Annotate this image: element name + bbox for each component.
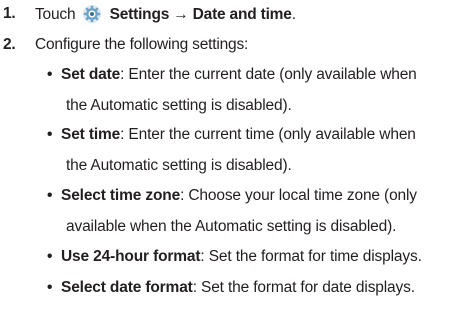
bullet-desc-line2: the Automatic setting is disabled). — [66, 97, 292, 114]
bullet-term: Set date — [61, 66, 121, 83]
bullet-term: Select time zone — [61, 187, 181, 204]
bullet-term: Select date format — [61, 279, 193, 296]
instruction-document: 1. Touch Settings → Date and time. 2. Co… — [0, 0, 471, 304]
bullet-desc-line1: : Set the format for time displays. — [200, 248, 422, 265]
bullet-select-time-zone: • Select time zone: Choose your local tim… — [47, 186, 467, 248]
bullet-desc-line2: available when the Automatic setting is … — [66, 218, 397, 235]
bullet-dot: • — [47, 66, 53, 83]
step-suffix: . — [291, 6, 296, 23]
bullet-set-date: • Set date: Enter the current date (only … — [47, 65, 467, 127]
step-number: 1. — [3, 5, 16, 22]
step-number: 2. — [3, 36, 16, 53]
bullet-use-24-hour-format: • Use 24-hour format: Set the format for … — [47, 247, 467, 278]
bullet-dot: • — [47, 187, 53, 204]
bullet-desc-line1: : Set the format for date displays. — [192, 279, 415, 296]
bullet-desc-line2: the Automatic setting is disabled). — [66, 157, 292, 174]
bullet-set-time: • Set time: Enter the current time (only … — [47, 125, 467, 187]
step-prefix: Touch — [35, 6, 76, 23]
bullet-desc-line1: : Enter the current date (only available… — [120, 66, 417, 83]
step-text: Configure the following settings: — [35, 36, 249, 53]
bullet-term: Set time — [61, 126, 121, 143]
bullet-desc-line1: : Enter the current time (only available… — [120, 126, 416, 143]
bullet-term: Use 24-hour format — [61, 248, 201, 265]
bullet-dot: • — [47, 248, 53, 265]
step-text: Touch Settings → Date and time. — [35, 4, 296, 25]
bullet-dot: • — [47, 279, 53, 296]
bullet-desc-line1: : Choose your local time zone (only — [180, 187, 417, 204]
settings-gear-icon — [83, 4, 102, 24]
bullet-dot: • — [47, 126, 53, 143]
settings-path: Settings → Date and time — [109, 6, 292, 23]
bullet-select-date-format: • Select date format: Set the format for … — [47, 278, 467, 309]
